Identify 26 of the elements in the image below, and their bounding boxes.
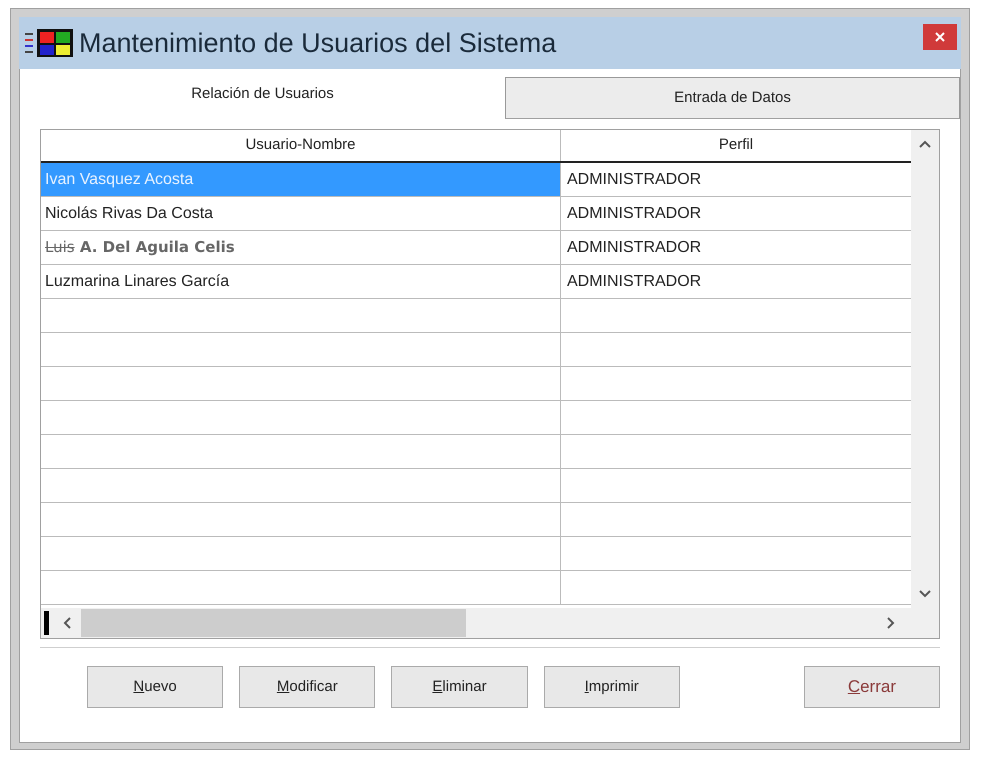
table-cell[interactable]: Nicolás Rivas Da Costa — [41, 197, 561, 230]
close-button[interactable] — [923, 24, 957, 50]
table-cell-text: ADMINISTRADOR — [566, 204, 702, 224]
close-dialog-button[interactable]: Cerrar — [804, 666, 940, 708]
table-cell[interactable]: Luis A. Del Aguila Celis — [41, 231, 561, 264]
action-button[interactable]: Imprimir — [544, 666, 680, 708]
action-button[interactable]: Modificar — [239, 666, 376, 708]
vertical-scrollbar[interactable] — [911, 130, 939, 608]
close-icon — [935, 32, 945, 42]
scroll-left-icon[interactable] — [63, 617, 71, 629]
column-header[interactable]: Usuario-Nombre — [41, 130, 561, 161]
table-cell-text: ADMINISTRADOR — [566, 238, 702, 258]
column-header[interactable]: Perfil — [561, 130, 911, 161]
table-cell-text: ADMINISTRADOR — [566, 272, 702, 292]
action-button[interactable]: Eliminar — [391, 666, 528, 708]
tab[interactable]: Entrada de Datos — [505, 77, 960, 119]
action-button[interactable]: Nuevo — [87, 666, 224, 708]
scroll-up-icon[interactable] — [919, 140, 931, 148]
windows-logo-icon — [25, 27, 75, 59]
table-cell-text: ADMINISTRADOR — [566, 170, 702, 190]
window-title: Mantenimiento de Usuarios del Sistema — [79, 26, 556, 60]
scroll-right-icon[interactable] — [887, 617, 895, 629]
horizontal-scrollbar-thumb[interactable] — [81, 609, 466, 637]
table-cell[interactable]: Luzmarina Linares García — [41, 265, 561, 298]
text-cursor — [44, 611, 49, 635]
scroll-down-icon[interactable] — [919, 590, 931, 598]
